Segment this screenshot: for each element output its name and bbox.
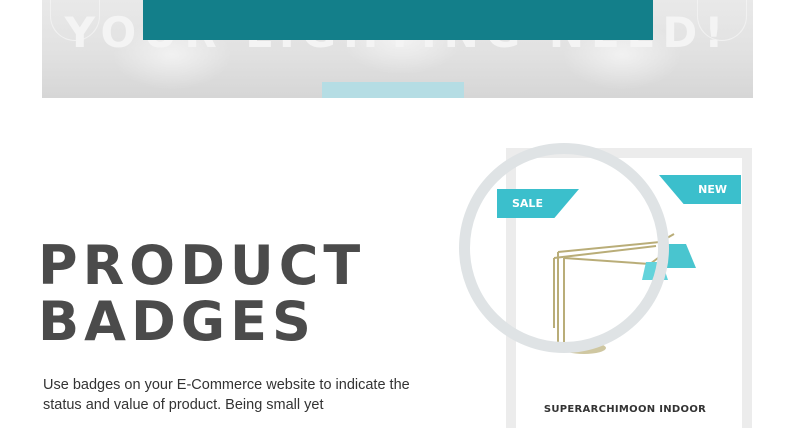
section-title-line-2: BADGES: [38, 290, 316, 353]
hero-cta-button[interactable]: [322, 82, 464, 98]
hero-accent-bar: [143, 0, 653, 40]
section-title-line-1: PRODUCT: [38, 234, 366, 297]
section-description: Use badges on your E-Commerce website to…: [43, 377, 410, 413]
magnifier-ring: [459, 143, 669, 353]
hero-banner: YOUR LIGHTING NEED!: [42, 0, 753, 98]
section-title: PRODUCT BADGES: [38, 238, 365, 350]
product-name[interactable]: SUPERARCHIMOON INDOOR: [520, 404, 730, 415]
